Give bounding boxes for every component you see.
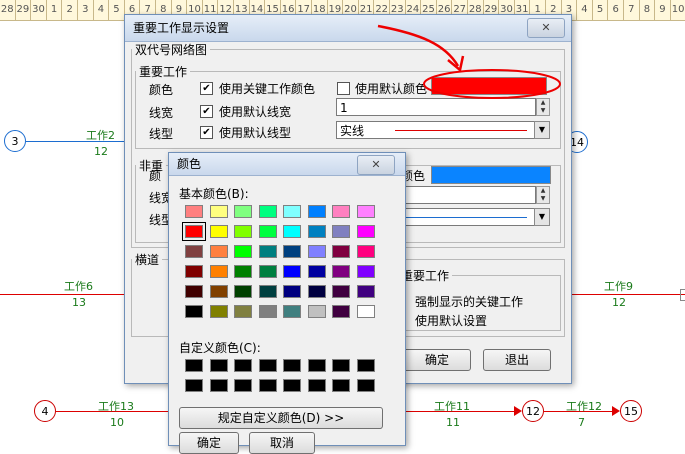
basic-color-swatch[interactable] <box>332 265 350 278</box>
basic-color-swatch[interactable] <box>209 305 228 318</box>
basic-color-swatch[interactable] <box>234 205 252 218</box>
basic-color-swatch[interactable] <box>356 285 375 298</box>
basic-color-swatch[interactable] <box>283 265 301 278</box>
basic-color-swatch[interactable] <box>185 205 203 218</box>
basic-color-swatch[interactable] <box>209 205 228 218</box>
basic-color-swatch[interactable] <box>332 225 350 238</box>
basic-color-swatch[interactable] <box>307 305 326 318</box>
basic-color-swatch[interactable] <box>209 265 228 278</box>
custom-color-swatch[interactable] <box>185 379 203 392</box>
ok-button[interactable]: 确定 <box>179 432 239 454</box>
basic-color-swatch[interactable] <box>234 305 252 318</box>
basic-color-swatch[interactable] <box>209 225 228 238</box>
basic-color-swatch[interactable] <box>307 285 326 298</box>
close-button[interactable]: ✕ <box>357 155 395 175</box>
custom-color-swatch[interactable] <box>356 359 375 372</box>
basic-color-swatch[interactable] <box>182 222 206 241</box>
basic-color-swatch[interactable] <box>209 285 228 298</box>
basic-color-swatch[interactable] <box>258 285 277 298</box>
custom-color-swatch[interactable] <box>234 379 252 392</box>
basic-colors-label: 基本颜色(B): <box>179 187 249 201</box>
basic-color-swatch[interactable] <box>185 265 203 278</box>
define-custom-colors-button[interactable]: 规定自定义颜色(D) >> <box>179 407 383 429</box>
color-dialog: 颜色 ✕ 基本颜色(B): 自定义颜色(C): 规定自定义颜色(D) >> 确定… <box>168 152 406 454</box>
basic-color-swatch[interactable] <box>234 245 252 258</box>
custom-color-swatch[interactable] <box>356 379 375 392</box>
basic-color-swatch[interactable] <box>307 205 326 218</box>
basic-color-swatch[interactable] <box>332 285 350 298</box>
basic-color-swatch[interactable] <box>234 225 252 238</box>
cancel-button[interactable]: 取消 <box>249 432 315 454</box>
annotation-arrow <box>377 24 460 67</box>
basic-color-swatch[interactable] <box>356 245 375 258</box>
basic-color-swatch[interactable] <box>332 305 350 318</box>
basic-color-swatch[interactable] <box>356 305 375 318</box>
basic-color-swatch[interactable] <box>258 205 277 218</box>
basic-color-swatch[interactable] <box>283 305 301 318</box>
basic-color-swatch[interactable] <box>356 225 375 238</box>
basic-color-swatch[interactable] <box>185 245 203 258</box>
basic-color-swatch[interactable] <box>307 245 326 258</box>
basic-color-swatch[interactable] <box>356 205 375 218</box>
custom-color-swatch[interactable] <box>234 359 252 372</box>
basic-color-swatch[interactable] <box>185 305 203 318</box>
custom-color-swatch[interactable] <box>332 359 350 372</box>
custom-color-swatch[interactable] <box>283 379 301 392</box>
basic-color-swatch[interactable] <box>283 225 301 238</box>
basic-color-swatch[interactable] <box>234 265 252 278</box>
basic-color-swatch[interactable] <box>234 285 252 298</box>
basic-color-swatch[interactable] <box>258 245 277 258</box>
basic-color-swatch[interactable] <box>307 225 326 238</box>
custom-color-swatch[interactable] <box>185 359 203 372</box>
custom-color-swatch[interactable] <box>258 379 277 392</box>
custom-color-swatch[interactable] <box>307 379 326 392</box>
basic-color-swatch[interactable] <box>209 245 228 258</box>
basic-color-swatch[interactable] <box>283 245 301 258</box>
color-dialog-title: 颜色 <box>177 157 202 171</box>
custom-color-swatch[interactable] <box>258 359 277 372</box>
annotation-circle <box>423 69 561 99</box>
basic-color-swatch[interactable] <box>332 245 350 258</box>
basic-color-swatch[interactable] <box>258 265 277 278</box>
basic-color-swatch[interactable] <box>332 205 350 218</box>
custom-colors-label: 自定义颜色(C): <box>179 341 261 355</box>
color-dialog-titlebar: 颜色 ✕ <box>169 153 405 176</box>
custom-color-swatch[interactable] <box>283 359 301 372</box>
basic-color-swatch[interactable] <box>283 285 301 298</box>
basic-color-swatch[interactable] <box>356 265 375 278</box>
custom-color-swatch[interactable] <box>307 359 326 372</box>
basic-color-swatch[interactable] <box>258 225 277 238</box>
basic-color-swatch[interactable] <box>258 305 277 318</box>
basic-color-swatch[interactable] <box>283 205 301 218</box>
basic-color-swatch[interactable] <box>185 285 203 298</box>
custom-color-swatch[interactable] <box>332 379 350 392</box>
custom-color-swatch[interactable] <box>209 359 228 372</box>
custom-color-swatch[interactable] <box>209 379 228 392</box>
basic-color-swatch[interactable] <box>307 265 326 278</box>
